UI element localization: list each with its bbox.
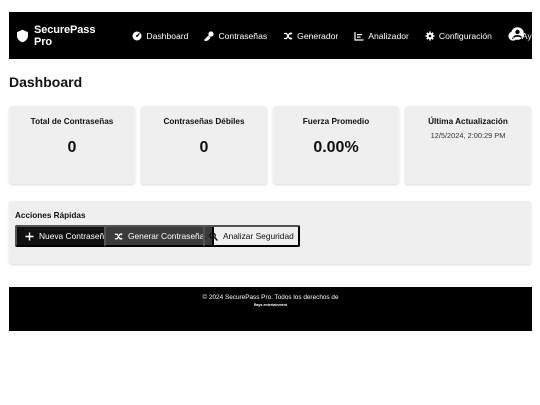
stat-card-total: Total de Contraseñas 0 xyxy=(9,106,135,184)
button-label: Generar Contraseña xyxy=(128,231,205,241)
nav-item-label: Contraseñas xyxy=(218,30,268,41)
stat-card-strength: Fuerza Promedio 0.00% xyxy=(273,106,399,184)
plus-icon xyxy=(25,232,34,240)
search-icon xyxy=(209,231,218,241)
quick-actions-title: Acciones Rápidas xyxy=(15,211,86,220)
stat-card-weak: Contraseñas Débiles 0 xyxy=(141,106,267,184)
nav-item-configuracion[interactable]: Configuración xyxy=(425,31,492,41)
top-navbar: SecurePass Pro Dashboard Contraseñas Gen… xyxy=(9,12,540,59)
nav-item-dashboard[interactable]: Dashboard xyxy=(132,31,188,41)
stat-label: Total de Contraseñas xyxy=(30,117,114,126)
chart-icon xyxy=(354,31,364,41)
generate-password-button[interactable]: Generar Contraseña xyxy=(104,225,215,247)
nav-item-label: Ayuda xyxy=(521,30,540,41)
shuffle-icon xyxy=(114,232,123,240)
button-label: Analizar Seguridad xyxy=(223,231,294,241)
nav-item-generador[interactable]: Generador xyxy=(283,31,338,41)
stat-label: Contraseñas Débiles xyxy=(163,117,245,126)
nav-item-contrasenas[interactable]: Contraseñas xyxy=(204,31,267,41)
key-icon xyxy=(204,30,215,41)
footer-copyright: © 2024 SecurePass Pro. Todos los derecho… xyxy=(202,294,339,301)
button-label: Nueva Contraseña xyxy=(39,231,109,241)
nav-item-label: Generador xyxy=(297,30,339,41)
stat-value: 0 xyxy=(199,139,209,156)
stat-label: Última Actualización xyxy=(428,117,508,126)
nav-item-label: Dashboard xyxy=(146,30,189,41)
analyze-security-button[interactable]: Analizar Seguridad xyxy=(203,225,300,247)
gauge-icon xyxy=(132,31,142,40)
quick-actions-panel: Acciones Rápidas Nueva Contraseña Genera… xyxy=(9,201,531,264)
stat-value: 0.00% xyxy=(313,139,359,156)
nav-item-label: Analizador xyxy=(368,30,409,41)
stat-card-last-update: Última Actualización 12/5/2024, 2:00:29 … xyxy=(405,106,531,184)
main-nav: Dashboard Contraseñas Generador Analizad… xyxy=(132,31,540,41)
brand[interactable]: SecurePass Pro xyxy=(17,24,98,48)
stat-label: Fuerza Promedio xyxy=(302,117,370,126)
gear-icon xyxy=(425,31,435,40)
page-title: Dashboard xyxy=(9,74,83,90)
shield-icon xyxy=(17,29,28,42)
stat-value: 12/5/2024, 2:00:29 PM xyxy=(430,131,506,140)
nav-item-analizador[interactable]: Analizador xyxy=(354,31,409,41)
nav-item-label: Configuración xyxy=(438,30,492,41)
shuffle-icon xyxy=(284,31,293,40)
footer-credit: Rays entertainment xyxy=(253,303,288,307)
page-footer: © 2024 SecurePass Pro. Todos los derecho… xyxy=(9,287,532,331)
stat-value: 0 xyxy=(67,139,77,156)
account-icon[interactable] xyxy=(511,27,524,40)
brand-name: SecurePass Pro xyxy=(33,23,96,48)
